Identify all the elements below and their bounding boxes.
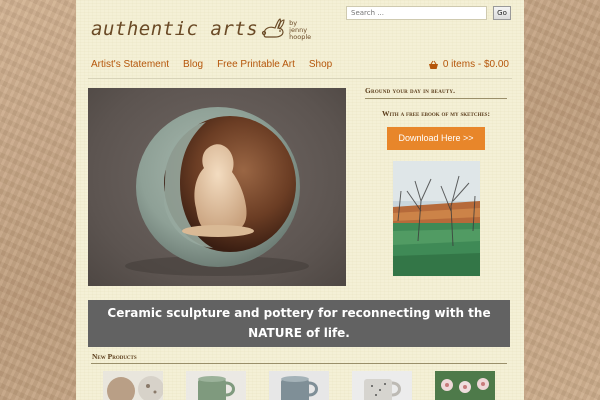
sidebar-subheading: With a free ebook of my sketches:	[382, 109, 490, 118]
page-content: authentic arts by jenny hoople Go Artist…	[76, 0, 524, 400]
sidebar-heading: Ground your day in beauty.	[365, 86, 456, 95]
product-thumb-spheres[interactable]	[103, 371, 163, 400]
product-thumb-speckled-mug[interactable]	[352, 371, 412, 400]
search-form: Go	[346, 6, 511, 20]
product-thumb-blue-mug[interactable]	[269, 371, 329, 400]
sidebar-divider	[365, 98, 507, 99]
logo-byline: by jenny hoople	[289, 19, 312, 41]
nav-artists-statement[interactable]: Artist's Statement	[91, 59, 169, 70]
new-products-heading: New Products	[92, 352, 137, 361]
main-nav: Artist's Statement Blog Free Printable A…	[91, 59, 332, 70]
sculpture-illustration	[125, 107, 309, 276]
sidebar: Ground your day in beauty. With a free e…	[365, 86, 507, 276]
hero-sculpture-image[interactable]	[88, 88, 346, 286]
rabbit-icon	[262, 18, 285, 38]
tagline-line-1: Ceramic sculpture and pottery for reconn…	[107, 306, 491, 320]
logo-text: authentic arts	[91, 18, 259, 40]
tagline-line-2: NATURE of life.	[248, 326, 350, 340]
cart-link[interactable]: 0 items - $0.00	[428, 59, 509, 70]
download-ebook-button[interactable]: Download Here >>	[387, 127, 485, 150]
product-thumb-ornaments[interactable]	[435, 371, 495, 400]
site-logo[interactable]: authentic arts by jenny hoople	[91, 14, 311, 48]
nav-shop[interactable]: Shop	[309, 59, 332, 70]
sketch-thumbnail[interactable]	[392, 161, 480, 276]
nav-divider	[88, 78, 512, 79]
nav-free-printable-art[interactable]: Free Printable Art	[217, 59, 295, 70]
product-thumb-green-mug[interactable]	[186, 371, 246, 400]
product-strip	[103, 371, 495, 400]
cart-summary: 0 items - $0.00	[442, 59, 509, 70]
tagline-banner: Ceramic sculpture and pottery for reconn…	[88, 300, 510, 347]
search-button[interactable]: Go	[493, 6, 511, 20]
basket-icon	[428, 60, 438, 69]
new-products-divider	[91, 363, 507, 364]
nav-blog[interactable]: Blog	[183, 59, 203, 70]
search-input[interactable]	[346, 6, 487, 20]
